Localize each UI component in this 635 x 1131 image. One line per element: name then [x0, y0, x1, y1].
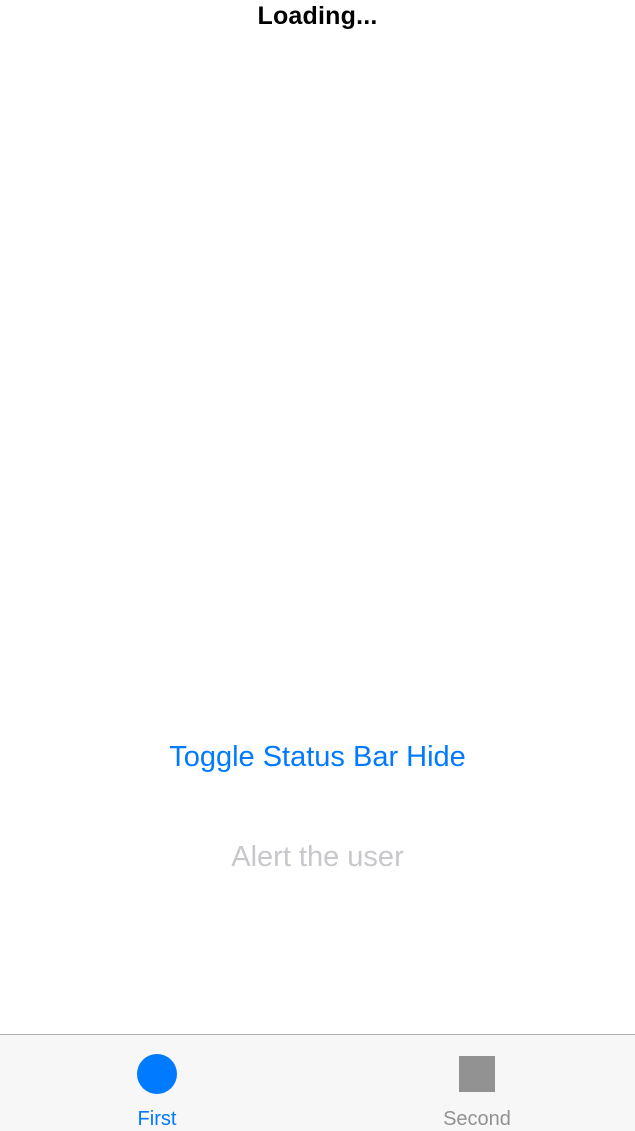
tab-second-label: Second [443, 1108, 511, 1130]
tab-first-label: First [137, 1108, 177, 1130]
app-screen: Loading... Toggle Status Bar Hide Alert … [0, 0, 635, 1131]
tab-first[interactable]: First [77, 1035, 237, 1131]
toggle-status-bar-button[interactable]: Toggle Status Bar Hide [0, 741, 635, 774]
tab-second[interactable]: Second [397, 1035, 557, 1131]
alert-user-button[interactable]: Alert the user [0, 841, 635, 874]
status-bar-title: Loading... [257, 2, 378, 30]
tab-bar: First Second [0, 1034, 635, 1131]
square-icon [459, 1056, 495, 1092]
circle-icon [137, 1054, 177, 1094]
